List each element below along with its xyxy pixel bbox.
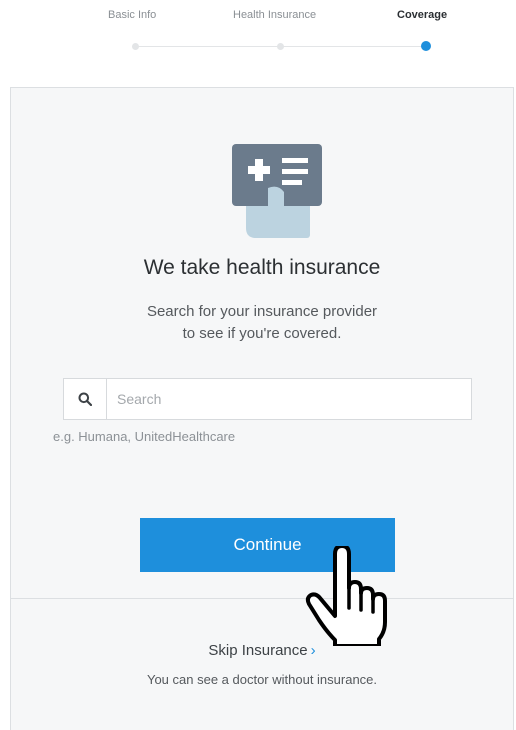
- step-label-coverage: Coverage: [397, 9, 448, 21]
- skip-insurance-label[interactable]: Skip Insurance: [208, 642, 307, 659]
- step-dot-basic-info[interactable]: [132, 43, 139, 50]
- search-hint: e.g. Humana, UnitedHealthcare: [53, 429, 236, 444]
- search-field[interactable]: [63, 378, 472, 420]
- card-subtitle: Search for your insurance provider to se…: [11, 301, 513, 345]
- card-subtitle-line-2: to see if you're covered.: [182, 325, 342, 342]
- continue-button[interactable]: Continue: [140, 518, 395, 572]
- chevron-right-icon[interactable]: ›: [311, 642, 316, 659]
- step-dot-health-insurance[interactable]: [277, 43, 284, 50]
- card-subtitle-line-1: Search for your insurance provider: [146, 303, 378, 320]
- search-input[interactable]: [107, 379, 467, 419]
- step-label-basic-info[interactable]: Basic Info: [108, 9, 156, 21]
- divider: [11, 598, 513, 599]
- progress-stepper: Basic Info Health Insurance Coverage: [0, 0, 516, 70]
- coverage-page: Basic Info Health Insurance Coverage We …: [0, 0, 516, 730]
- card-title: We take health insurance: [143, 256, 381, 279]
- skip-insurance-link[interactable]: Skip Insurance ›: [11, 642, 513, 659]
- insurance-card-panel: We take health insurance Search for your…: [10, 87, 514, 730]
- step-label-health-insurance[interactable]: Health Insurance: [233, 9, 316, 21]
- search-icon[interactable]: [64, 379, 107, 419]
- insurance-card-icon: [232, 144, 322, 238]
- skip-insurance-note: You can see a doctor without insurance.: [146, 672, 378, 687]
- step-dot-coverage: [421, 41, 431, 51]
